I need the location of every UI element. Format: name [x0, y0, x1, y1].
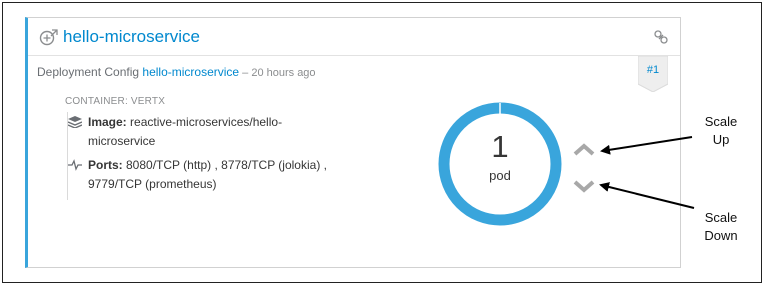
scale-up-line2: Up — [712, 132, 730, 147]
scale-down-line2: Down — [704, 228, 738, 243]
scale-up-line1: Scale — [704, 114, 738, 129]
scale-up-arrow — [600, 136, 693, 155]
scale-down-line1: Scale — [704, 210, 738, 225]
annotation-arrows — [599, 136, 695, 209]
scale-up-annotation: Scale Up — [696, 113, 746, 149]
scale-down-arrow — [599, 182, 695, 209]
scale-down-annotation: Scale Down — [696, 209, 746, 245]
